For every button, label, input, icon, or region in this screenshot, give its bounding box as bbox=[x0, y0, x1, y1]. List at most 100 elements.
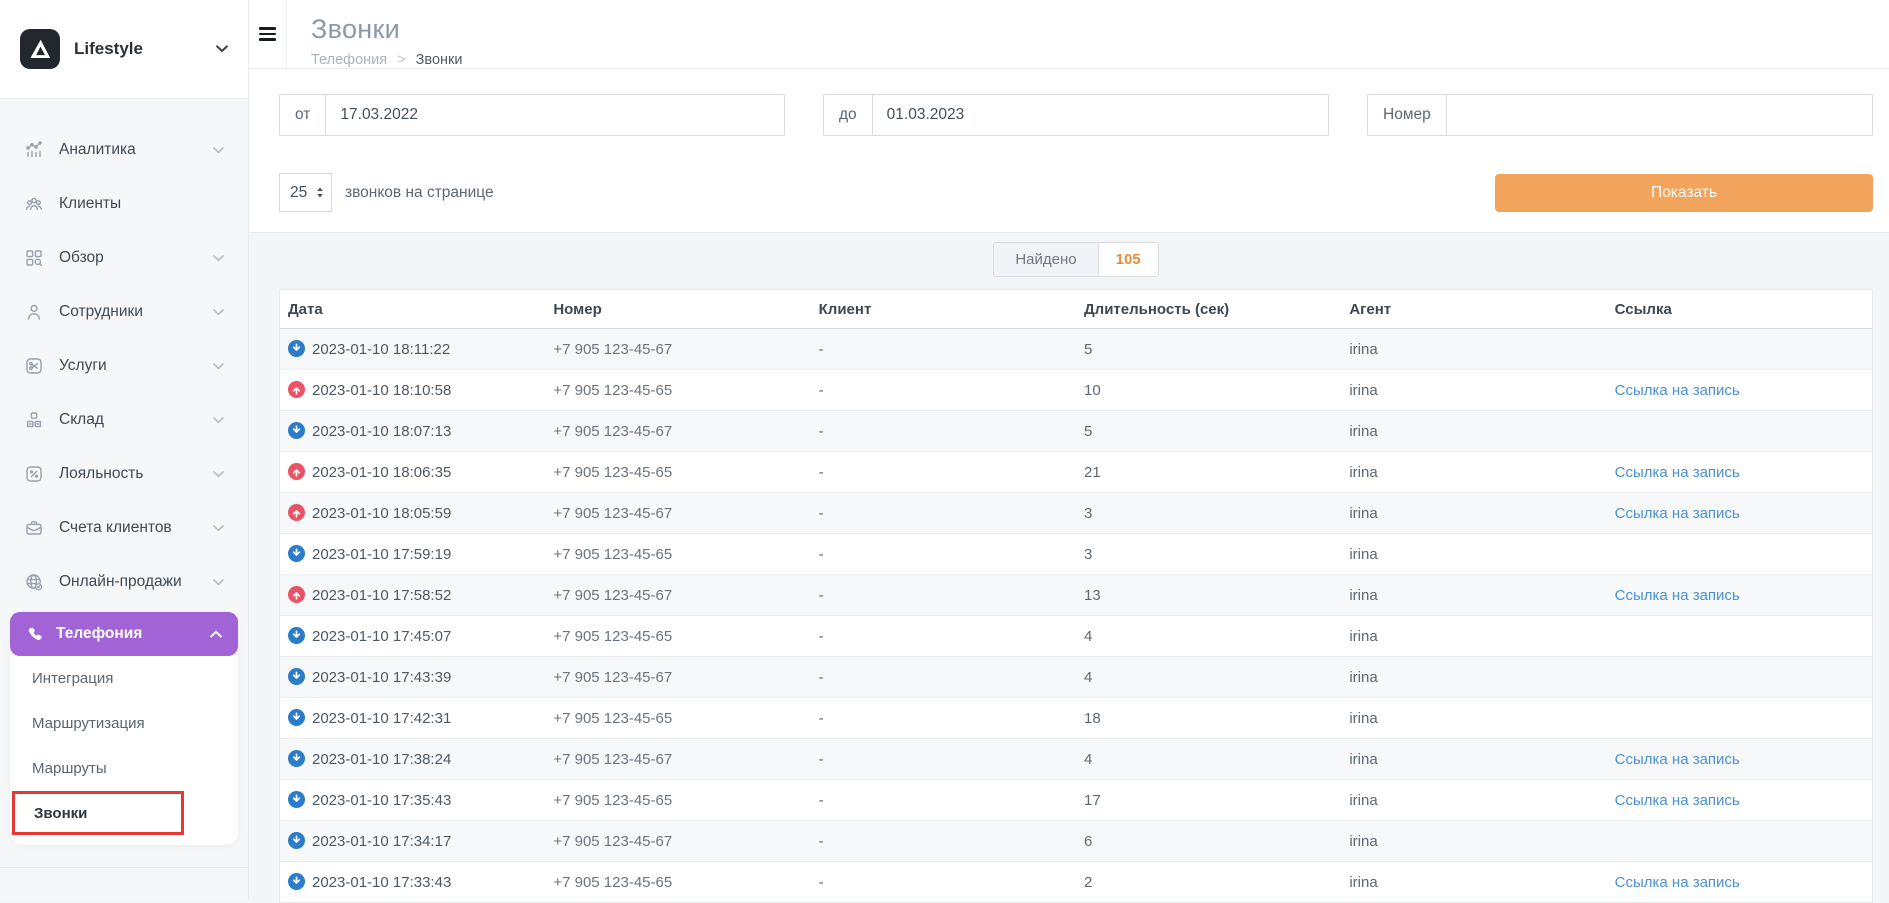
submenu-item-calls[interactable]: Звонки bbox=[12, 791, 184, 835]
per-page-select[interactable]: 25 bbox=[279, 173, 332, 212]
call-datetime: 2023-01-10 17:42:31 bbox=[312, 710, 451, 727]
sidebar-item-clients[interactable]: Клиенты bbox=[0, 177, 248, 231]
cell-client: - bbox=[811, 657, 1076, 698]
table-row: 2023-01-10 18:07:13+7 905 123-45-67-5iri… bbox=[280, 411, 1872, 452]
cell-number: +7 905 123-45-65 bbox=[545, 698, 810, 739]
outgoing-call-icon bbox=[288, 586, 305, 603]
recording-link[interactable]: Ссылка на запись bbox=[1615, 464, 1740, 481]
sidebar-item-label: Онлайн-продажи bbox=[59, 573, 182, 591]
cell-agent: irina bbox=[1341, 862, 1606, 903]
cell-datetime: 2023-01-10 18:06:35 bbox=[280, 452, 545, 493]
column-header: Агент bbox=[1341, 290, 1606, 329]
cell-link: Ссылка на запись bbox=[1607, 370, 1872, 411]
number-filter-input[interactable] bbox=[1447, 95, 1872, 135]
cell-duration: 4 bbox=[1076, 616, 1341, 657]
cell-client: - bbox=[811, 411, 1076, 452]
table-row: 2023-01-10 18:05:59+7 905 123-45-67-3iri… bbox=[280, 493, 1872, 534]
breadcrumb-parent-link[interactable]: Телефония bbox=[311, 52, 387, 68]
cell-datetime: 2023-01-10 17:59:19 bbox=[280, 534, 545, 575]
call-datetime: 2023-01-10 17:45:07 bbox=[312, 628, 451, 645]
sidebar-item-label: Услуги bbox=[59, 357, 107, 375]
table-row: 2023-01-10 17:43:39+7 905 123-45-67-4iri… bbox=[280, 657, 1872, 698]
cell-number: +7 905 123-45-65 bbox=[545, 534, 810, 575]
cell-client: - bbox=[811, 862, 1076, 903]
cell-number: +7 905 123-45-65 bbox=[545, 780, 810, 821]
table-row: 2023-01-10 17:58:52+7 905 123-45-67-13ir… bbox=[280, 575, 1872, 616]
telephony-group: Телефония ИнтеграцияМаршрутизацияМаршрут… bbox=[10, 612, 238, 845]
submenu-item-routes[interactable]: Маршруты bbox=[10, 746, 238, 791]
cell-agent: irina bbox=[1341, 452, 1606, 493]
sidebar-item-overview[interactable]: Обзор bbox=[0, 231, 248, 285]
cell-agent: irina bbox=[1341, 657, 1606, 698]
sidebar-item-employees[interactable]: Сотрудники bbox=[0, 285, 248, 339]
lifestyle-logo-icon bbox=[27, 36, 53, 62]
number-filter-label: Номер bbox=[1368, 95, 1447, 135]
cell-client: - bbox=[811, 534, 1076, 575]
breadcrumb-current: Звонки bbox=[416, 52, 463, 68]
recording-link[interactable]: Ссылка на запись bbox=[1615, 382, 1740, 399]
incoming-call-icon bbox=[288, 422, 305, 439]
sidebar-menu: Аналитика Клиенты ОбзорСотрудники Услуги Скл… bbox=[0, 99, 248, 609]
submenu-item-routing[interactable]: Маршрутизация bbox=[10, 701, 238, 746]
date-from-input[interactable] bbox=[326, 95, 784, 135]
incoming-call-icon bbox=[288, 750, 305, 767]
sidebar-item-online-sales[interactable]: Онлайн-продажи bbox=[0, 555, 248, 609]
cell-duration: 3 bbox=[1076, 493, 1341, 534]
incoming-call-icon bbox=[288, 791, 305, 808]
table-body: 2023-01-10 18:11:22+7 905 123-45-67-5iri… bbox=[280, 329, 1872, 903]
outgoing-call-icon bbox=[288, 504, 305, 521]
cell-link bbox=[1607, 534, 1872, 575]
call-datetime: 2023-01-10 17:33:43 bbox=[312, 874, 451, 891]
sidebar-toggle-button[interactable] bbox=[249, 0, 287, 68]
sidebar-item-telephony[interactable]: Телефония bbox=[10, 612, 238, 656]
column-header: Дата bbox=[280, 290, 545, 329]
call-datetime: 2023-01-10 17:38:24 bbox=[312, 751, 451, 768]
recording-link[interactable]: Ссылка на запись bbox=[1615, 874, 1740, 891]
chevron-down-icon bbox=[213, 519, 224, 537]
sidebar-item-warehouse[interactable]: Склад bbox=[0, 393, 248, 447]
cell-datetime: 2023-01-10 17:35:43 bbox=[280, 780, 545, 821]
sidebar-item-loyalty[interactable]: Лояльность bbox=[0, 447, 248, 501]
chevron-up-icon bbox=[210, 625, 222, 643]
submenu-item-integration[interactable]: Интеграция bbox=[10, 656, 238, 701]
cell-number: +7 905 123-45-67 bbox=[545, 493, 810, 534]
cell-link bbox=[1607, 657, 1872, 698]
show-button[interactable]: Показать bbox=[1495, 174, 1873, 212]
found-label: Найдено bbox=[994, 243, 1098, 276]
chevron-down-icon bbox=[213, 141, 224, 159]
sidebar-item-client-accounts[interactable]: Счета клиентов bbox=[0, 501, 248, 555]
table-row: 2023-01-10 17:59:19+7 905 123-45-65-3iri… bbox=[280, 534, 1872, 575]
cell-link: Ссылка на запись bbox=[1607, 575, 1872, 616]
recording-link[interactable]: Ссылка на запись bbox=[1615, 751, 1740, 768]
cell-link bbox=[1607, 698, 1872, 739]
app-root: Lifestyle Аналитика Клиенты ОбзорСотрудник… bbox=[0, 0, 1889, 899]
sidebar-item-services[interactable]: Услуги bbox=[0, 339, 248, 393]
cell-agent: irina bbox=[1341, 575, 1606, 616]
cell-link: Ссылка на запись bbox=[1607, 493, 1872, 534]
cell-agent: irina bbox=[1341, 534, 1606, 575]
chevron-down-icon bbox=[216, 40, 228, 58]
recording-link[interactable]: Ссылка на запись bbox=[1615, 505, 1740, 522]
cell-agent: irina bbox=[1341, 821, 1606, 862]
stepper-arrows-icon bbox=[316, 187, 324, 198]
cell-client: - bbox=[811, 370, 1076, 411]
incoming-call-icon bbox=[288, 340, 305, 357]
cell-client: - bbox=[811, 329, 1076, 370]
recording-link[interactable]: Ссылка на запись bbox=[1615, 587, 1740, 604]
sidebar-item-analytics[interactable]: Аналитика bbox=[0, 123, 248, 177]
cell-client: - bbox=[811, 575, 1076, 616]
cell-agent: irina bbox=[1341, 329, 1606, 370]
sidebar-item-label: Телефония bbox=[56, 625, 142, 643]
date-to-label: до bbox=[824, 95, 873, 135]
date-to-input[interactable] bbox=[873, 95, 1328, 135]
call-datetime: 2023-01-10 18:10:58 bbox=[312, 382, 451, 399]
call-datetime: 2023-01-10 18:05:59 bbox=[312, 505, 451, 522]
column-header: Длительность (сек) bbox=[1076, 290, 1341, 329]
recording-link[interactable]: Ссылка на запись bbox=[1615, 792, 1740, 809]
brand-switcher[interactable]: Lifestyle bbox=[0, 0, 248, 99]
cell-client: - bbox=[811, 739, 1076, 780]
page-heading: Звонки Телефония > Звонки bbox=[287, 0, 462, 68]
column-header: Номер bbox=[545, 290, 810, 329]
cell-duration: 3 bbox=[1076, 534, 1341, 575]
sidebar-item-label: Клиенты bbox=[59, 195, 121, 213]
